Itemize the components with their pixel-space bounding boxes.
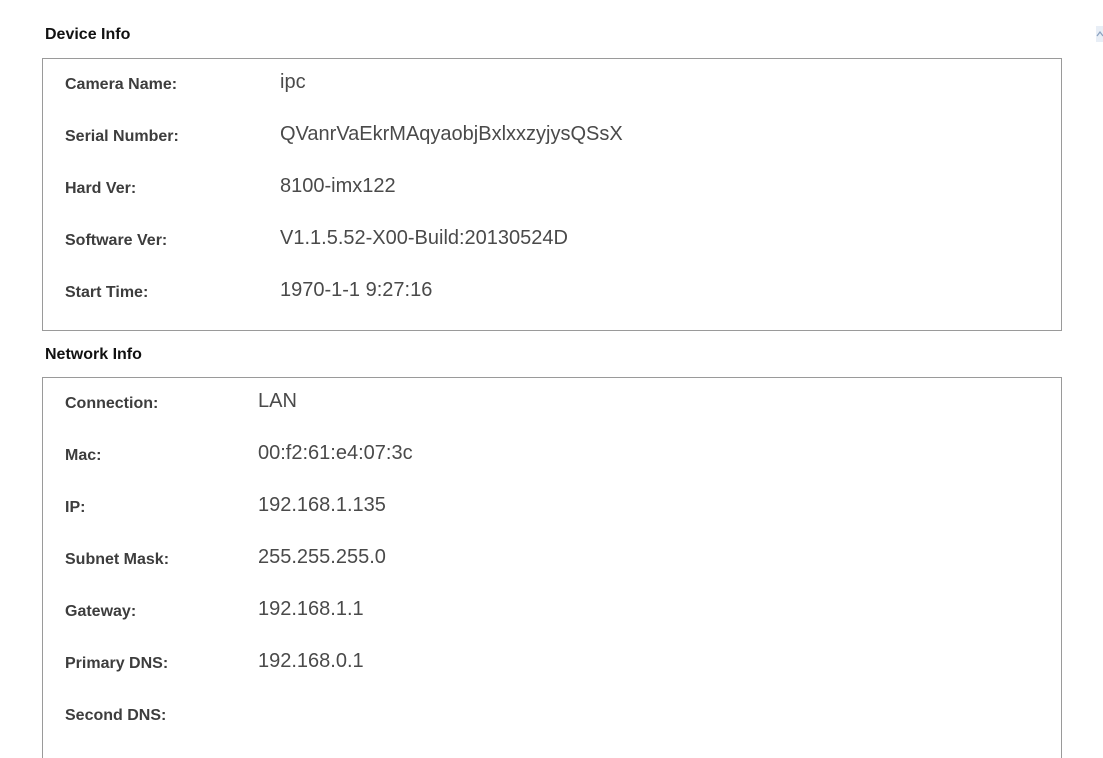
subnet-mask-value: 255.255.255.0 xyxy=(258,546,386,568)
hard-ver-value: 8100-imx122 xyxy=(280,175,396,197)
device-status-page: Device Info Camera Name: ipc Serial Numb… xyxy=(0,0,1103,758)
subnet-mask-label: Subnet Mask: xyxy=(65,551,170,568)
software-ver-label: Software Ver: xyxy=(65,232,168,249)
ip-value: 192.168.1.135 xyxy=(258,494,386,516)
gateway-row: Gateway: 192.168.1.1 xyxy=(43,586,1061,638)
primary-dns-value: 192.168.0.1 xyxy=(258,650,364,672)
start-time-label: Start Time: xyxy=(65,284,149,301)
gateway-value: 192.168.1.1 xyxy=(258,598,364,620)
mac-value: 00:f2:61:e4:07:3c xyxy=(258,442,413,464)
gateway-label: Gateway: xyxy=(65,603,137,620)
ip-label: IP: xyxy=(65,499,86,516)
subnet-mask-row: Subnet Mask: 255.255.255.0 xyxy=(43,534,1061,586)
camera-name-value: ipc xyxy=(280,71,306,93)
software-ver-row: Software Ver: V1.1.5.52-X00-Build:201305… xyxy=(43,215,1061,267)
hard-ver-row: Hard Ver: 8100-imx122 xyxy=(43,163,1061,215)
scrollbar-up-arrow[interactable] xyxy=(1096,26,1103,42)
connection-value: LAN xyxy=(258,390,297,412)
second-dns-label: Second DNS: xyxy=(65,707,167,724)
camera-name-label: Camera Name: xyxy=(65,76,178,93)
device-info-heading: Device Info xyxy=(45,26,131,43)
mac-label: Mac: xyxy=(65,447,102,464)
start-time-row: Start Time: 1970-1-1 9:27:16 xyxy=(43,267,1061,319)
scroll-up-icon xyxy=(1096,26,1103,42)
network-info-panel: Connection: LAN Mac: 00:f2:61:e4:07:3c I… xyxy=(42,377,1062,758)
connection-row: Connection: LAN xyxy=(43,378,1061,430)
serial-number-value: QVanrVaEkrMAqyaobjBxlxxzyjysQSsX xyxy=(280,123,623,145)
primary-dns-row: Primary DNS: 192.168.0.1 xyxy=(43,638,1061,690)
network-info-heading: Network Info xyxy=(45,346,142,363)
second-dns-row: Second DNS: xyxy=(43,690,1061,742)
start-time-value: 1970-1-1 9:27:16 xyxy=(280,279,433,301)
ip-row: IP: 192.168.1.135 xyxy=(43,482,1061,534)
primary-dns-label: Primary DNS: xyxy=(65,655,169,672)
mac-row: Mac: 00:f2:61:e4:07:3c xyxy=(43,430,1061,482)
software-ver-value: V1.1.5.52-X00-Build:20130524D xyxy=(280,227,568,249)
hard-ver-label: Hard Ver: xyxy=(65,180,137,197)
camera-name-row: Camera Name: ipc xyxy=(43,59,1061,111)
serial-number-label: Serial Number: xyxy=(65,128,179,145)
connection-label: Connection: xyxy=(65,395,159,412)
device-info-panel: Camera Name: ipc Serial Number: QVanrVaE… xyxy=(42,58,1062,331)
serial-number-row: Serial Number: QVanrVaEkrMAqyaobjBxlxxzy… xyxy=(43,111,1061,163)
